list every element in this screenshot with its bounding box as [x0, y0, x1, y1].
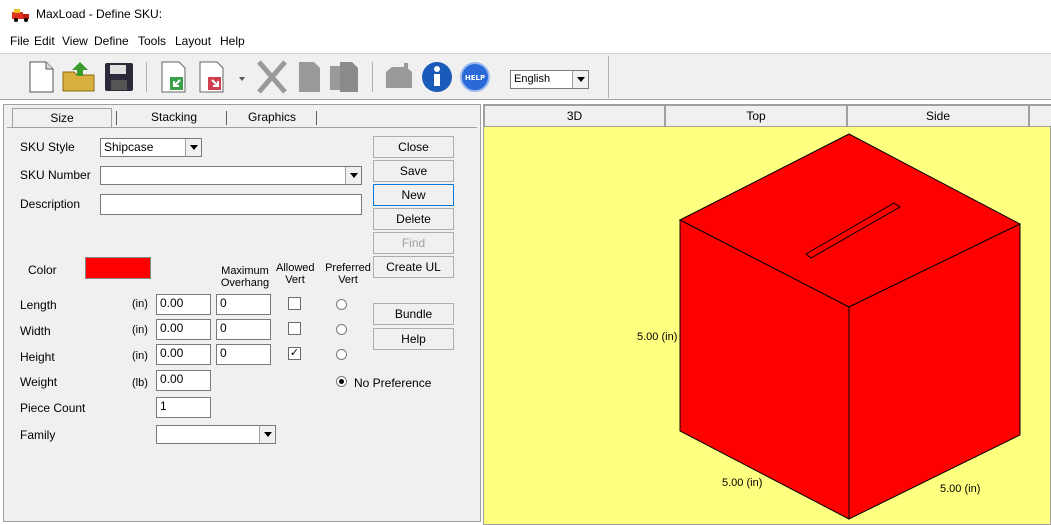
- delete-button[interactable]: Delete: [373, 208, 454, 230]
- language-value: English: [514, 73, 551, 85]
- sku-style-label: SKU Style: [20, 140, 75, 154]
- help-icon[interactable]: HELP: [456, 58, 494, 96]
- sku-3d-viewer[interactable]: 3D Top Side 5.00 (in) 5.00 (in) 5.00 (in…: [483, 104, 1051, 525]
- menu-help[interactable]: Help: [220, 34, 245, 48]
- weight-label: Weight: [20, 375, 58, 389]
- menu-tools[interactable]: Tools: [138, 34, 166, 48]
- menu-bar: File Edit View Define Tools Layout Help: [0, 30, 1051, 52]
- length-overhang-field[interactable]: 0: [216, 294, 271, 315]
- info-icon[interactable]: [418, 58, 456, 96]
- tab-top[interactable]: Top: [665, 105, 847, 127]
- chevron-down-icon[interactable]: [259, 426, 275, 443]
- title-bar: MaxLoad - Define SKU:: [0, 0, 1051, 30]
- tab-divider: [116, 111, 117, 125]
- length-allowed-vert-checkbox[interactable]: [288, 297, 301, 310]
- save-button[interactable]: Save: [373, 160, 454, 182]
- height-unit: (in): [132, 350, 148, 362]
- length-preferred-vert-radio[interactable]: [336, 299, 347, 310]
- menu-file[interactable]: File: [10, 34, 29, 48]
- tab-overflow[interactable]: [1029, 105, 1051, 127]
- family-label: Family: [20, 428, 56, 442]
- cut-icon[interactable]: [253, 58, 291, 96]
- color-label: Color: [28, 263, 57, 277]
- menu-edit[interactable]: Edit: [34, 34, 55, 48]
- width-field[interactable]: 0.00: [156, 319, 211, 340]
- dim-height-label: 5.00 (in): [637, 331, 678, 343]
- toolbar-separator: [146, 62, 147, 92]
- window-title: MaxLoad - Define SKU:: [36, 7, 163, 21]
- tab-size[interactable]: Size: [12, 108, 112, 128]
- truck-icon[interactable]: [382, 58, 420, 96]
- width-overhang-field[interactable]: 0: [216, 319, 271, 340]
- copy-icon[interactable]: [290, 58, 328, 96]
- language-select[interactable]: English: [510, 70, 589, 89]
- no-preference-radio[interactable]: [336, 376, 347, 387]
- close-button[interactable]: Close: [373, 136, 454, 158]
- family-select[interactable]: [156, 425, 276, 444]
- sku-style-value: Shipcase: [104, 140, 154, 154]
- tab-3d[interactable]: 3D: [484, 105, 665, 127]
- allowed-vert-header: Allowed Vert: [276, 262, 315, 286]
- open-folder-icon[interactable]: [60, 58, 98, 96]
- checkmark-icon: ✓: [289, 347, 300, 359]
- save-disk-icon[interactable]: [100, 58, 138, 96]
- height-label: Height: [20, 350, 55, 364]
- height-preferred-vert-radio[interactable]: [336, 349, 347, 360]
- length-label: Length: [20, 298, 57, 312]
- dim-right-label: 5.00 (in): [940, 483, 981, 495]
- import-icon[interactable]: [155, 58, 193, 96]
- help-badge-text: HELP: [465, 74, 485, 82]
- length-field[interactable]: 0.00: [156, 294, 211, 315]
- width-unit: (in): [132, 324, 148, 336]
- width-preferred-vert-radio[interactable]: [336, 324, 347, 335]
- create-ul-button[interactable]: Create UL: [373, 256, 454, 278]
- piece-count-label: Piece Count: [20, 401, 86, 415]
- menu-layout[interactable]: Layout: [175, 34, 211, 48]
- bundle-button[interactable]: Bundle: [373, 303, 454, 325]
- tab-divider: [226, 111, 227, 125]
- menu-define[interactable]: Define: [94, 34, 129, 48]
- color-swatch[interactable]: [85, 257, 151, 279]
- new-button[interactable]: New: [373, 184, 454, 206]
- tab-stacking[interactable]: Stacking: [124, 108, 224, 128]
- piece-count-field[interactable]: 1: [156, 397, 211, 418]
- menu-view[interactable]: View: [62, 34, 88, 48]
- toolbar-separator: [608, 56, 609, 98]
- chevron-down-icon[interactable]: [345, 167, 361, 184]
- length-unit: (in): [132, 298, 148, 310]
- tab-graphics[interactable]: Graphics: [232, 108, 312, 128]
- no-preference-label: No Preference: [354, 376, 432, 390]
- preferred-vert-header: Preferred Vert: [325, 262, 371, 286]
- app-truck-icon: [12, 9, 29, 22]
- tab-baseline: [7, 127, 477, 128]
- description-field[interactable]: [100, 194, 362, 215]
- tab-side[interactable]: Side: [847, 105, 1029, 127]
- width-allowed-vert-checkbox[interactable]: [288, 322, 301, 335]
- height-field[interactable]: 0.00: [156, 344, 211, 365]
- weight-field[interactable]: 0.00: [156, 370, 211, 391]
- height-overhang-field[interactable]: 0: [216, 344, 271, 365]
- chevron-down-icon[interactable]: [185, 139, 201, 156]
- chevron-down-icon[interactable]: [572, 71, 588, 88]
- find-button[interactable]: Find: [373, 232, 454, 254]
- tab-divider: [316, 111, 317, 125]
- paste-icon[interactable]: [325, 58, 363, 96]
- new-file-icon[interactable]: [22, 58, 60, 96]
- width-label: Width: [20, 324, 51, 338]
- sku-number-label: SKU Number: [20, 168, 91, 182]
- toolbar-separator: [372, 62, 373, 92]
- weight-unit: (lb): [132, 377, 148, 389]
- help-button[interactable]: Help: [373, 328, 454, 350]
- sku-style-select[interactable]: Shipcase: [100, 138, 202, 157]
- dim-left-label: 5.00 (in): [722, 477, 763, 489]
- sku-box-drawing: [678, 133, 1022, 520]
- height-allowed-vert-checkbox[interactable]: ✓: [288, 347, 301, 360]
- description-label: Description: [20, 197, 81, 211]
- max-overhang-header: Maximum Overhang: [220, 265, 270, 289]
- sku-number-combo[interactable]: [100, 166, 362, 185]
